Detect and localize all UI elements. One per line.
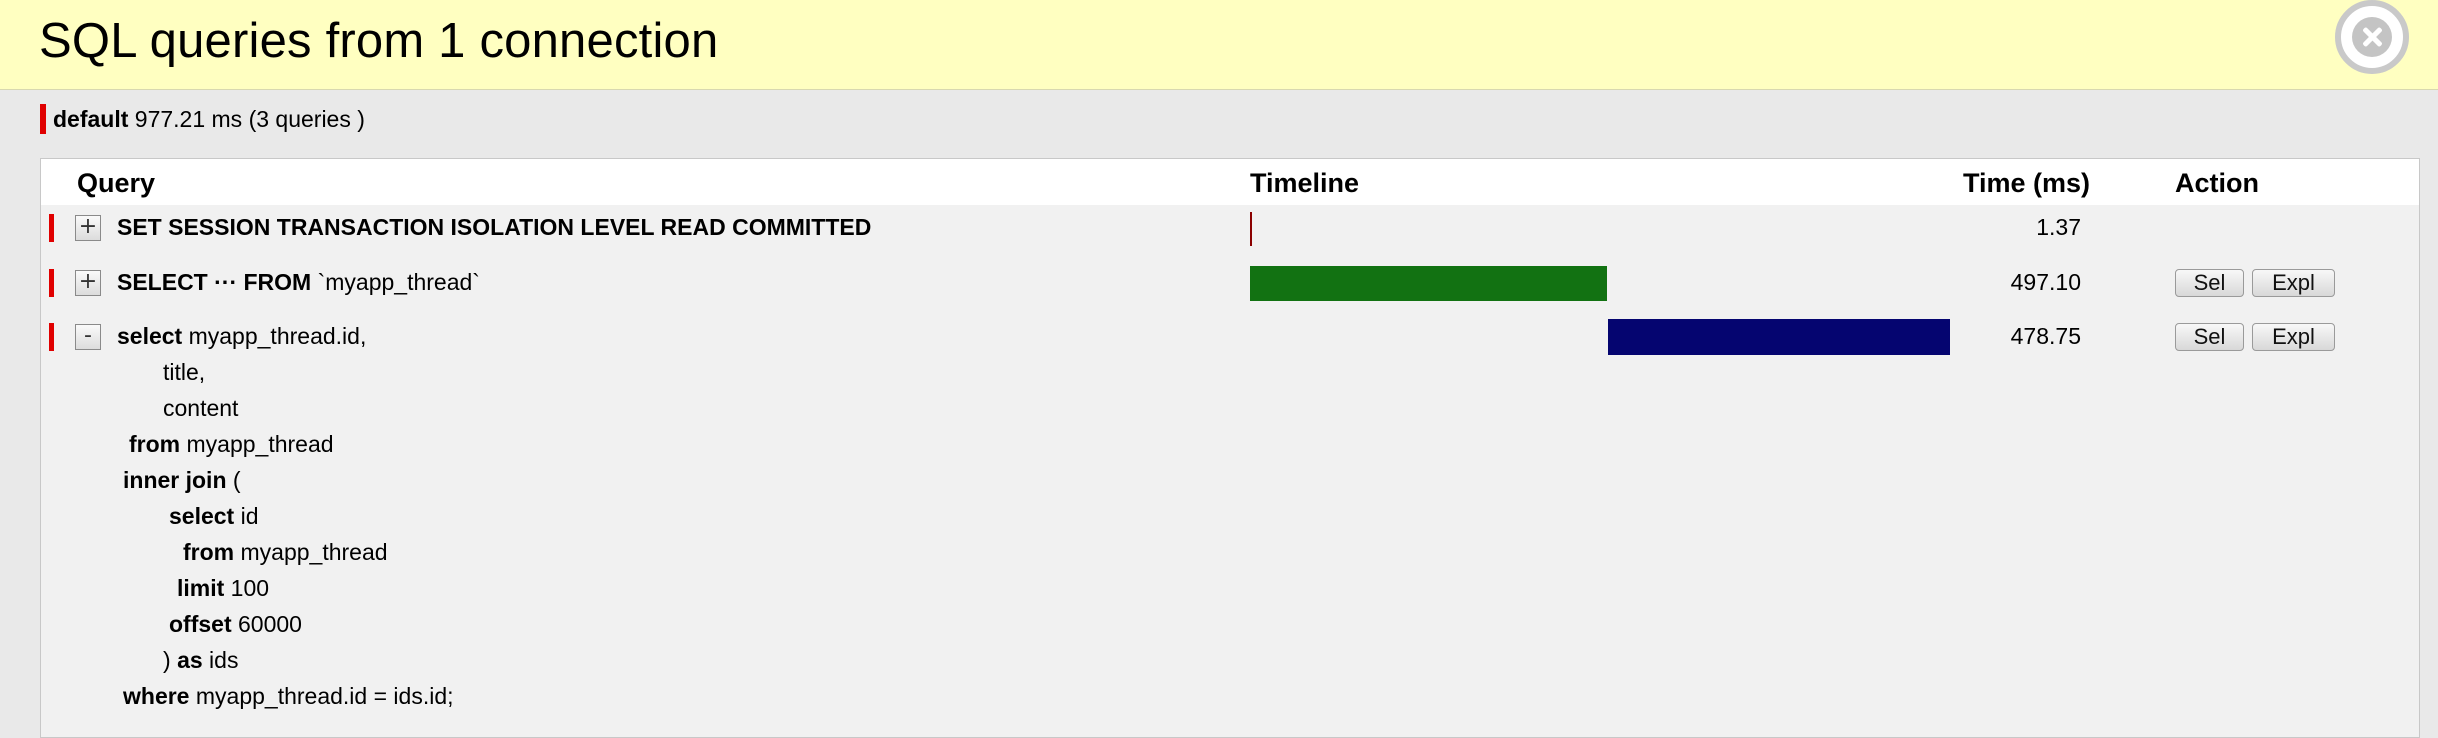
timeline-bar: [1250, 212, 1252, 246]
explain-button[interactable]: Expl: [2252, 323, 2335, 351]
close-icon: [2352, 17, 2392, 57]
sql-rest: myapp_thread.id,: [182, 323, 367, 349]
close-button[interactable]: [2335, 0, 2409, 74]
page-title: SQL queries from 1 connection: [39, 14, 719, 68]
query-text[interactable]: SELECT ··· FROM `myapp_thread`: [117, 267, 480, 297]
sql-line: where myapp_thread.id = ids.id;: [123, 683, 454, 709]
sql-line: title,: [163, 359, 206, 385]
expand-toggle-button[interactable]: +: [75, 270, 101, 296]
row-marker: [49, 269, 54, 297]
sql-line: limit 100: [177, 575, 270, 601]
column-header-time: Time (ms): [1963, 168, 2091, 198]
query-text[interactable]: select myapp_thread.id,: [117, 321, 366, 351]
sql-line: from myapp_thread: [129, 431, 334, 457]
sql-line: offset 60000: [169, 611, 302, 637]
row-marker: [49, 323, 54, 351]
toolbar-header: SQL queries from 1 connection: [0, 0, 2438, 90]
sql-keyword: SET SESSION TRANSACTION ISOLATION LEVEL …: [117, 214, 872, 240]
timeline-bar: [1250, 266, 1607, 301]
timeline-bar: [1608, 319, 1950, 355]
sql-line: select id: [169, 503, 259, 529]
sql-line: from myapp_thread: [183, 539, 388, 565]
queries-table: Query Timeline Time (ms) Action + SET SE…: [40, 158, 2420, 738]
expand-toggle-button[interactable]: +: [75, 215, 101, 241]
table-header: Query Timeline Time (ms) Action: [41, 159, 2419, 205]
connection-summary: default 977.21 ms (3 queries ): [40, 104, 365, 134]
select-button[interactable]: Sel: [2175, 323, 2244, 351]
select-button[interactable]: Sel: [2175, 269, 2244, 297]
column-header-action: Action: [2175, 168, 2259, 198]
sql-line: content: [163, 395, 239, 421]
connection-alias: default: [53, 106, 129, 132]
sql-keyword: SELECT ··· FROM: [117, 269, 312, 295]
column-header-query: Query: [77, 168, 156, 198]
explain-button[interactable]: Expl: [2252, 269, 2335, 297]
query-time: 497.10: [2010, 269, 2081, 295]
sql-line: ) as ids: [163, 647, 239, 673]
query-time: 478.75: [2010, 323, 2081, 349]
column-header-timeline: Timeline: [1250, 168, 1360, 198]
connection-stats: 977.21 ms (3 queries ): [134, 106, 365, 132]
sql-rest: `myapp_thread`: [311, 269, 480, 295]
collapse-toggle-button[interactable]: -: [75, 324, 101, 350]
sql-line: inner join (: [123, 467, 241, 493]
query-time: 1.37: [2036, 214, 2081, 240]
sql-keyword: select: [117, 323, 183, 349]
query-text[interactable]: SET SESSION TRANSACTION ISOLATION LEVEL …: [117, 212, 871, 242]
row-marker: [49, 214, 54, 242]
